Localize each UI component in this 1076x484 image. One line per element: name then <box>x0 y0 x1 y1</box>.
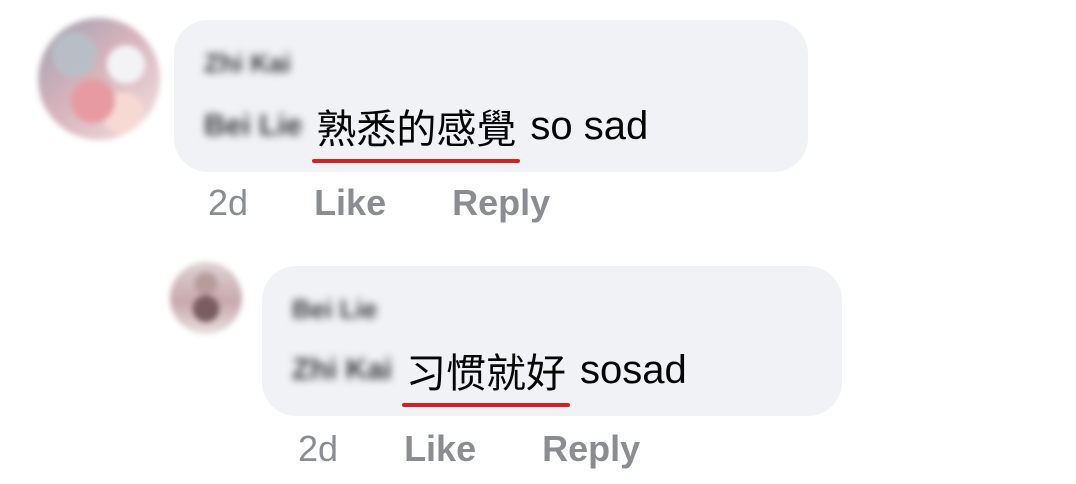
reply-text: sosad <box>580 347 687 392</box>
reply-bubble: Bei Lie Zhi Kai 习惯就好 sosad <box>262 266 842 416</box>
mentioned-user[interactable]: Bei Lie <box>204 109 302 143</box>
avatar[interactable] <box>170 262 242 334</box>
comment-bubble: Zhi Kai Bei Lie 熟悉的感覺 so sad <box>174 20 808 172</box>
comment-author-name[interactable]: Zhi Kai <box>204 48 291 79</box>
comment-text-row: Bei Lie 熟悉的感覺 so sad <box>204 97 649 163</box>
underlined-chinese-text: 熟悉的感覺 <box>312 97 521 163</box>
reply-actions: 2d Like Reply <box>298 428 696 470</box>
comment-actions: 2d Like Reply <box>208 182 606 224</box>
underlined-chinese-text: 习惯就好 <box>402 341 571 407</box>
reply-button[interactable]: Reply <box>542 428 640 469</box>
comment-text: so sad <box>530 103 649 148</box>
like-button[interactable]: Like <box>404 428 476 469</box>
reply-author-name[interactable]: Bei Lie <box>292 294 377 325</box>
reply-button[interactable]: Reply <box>452 182 550 223</box>
like-button[interactable]: Like <box>314 182 386 223</box>
avatar[interactable] <box>38 18 160 140</box>
mentioned-user[interactable]: Zhi Kai <box>292 353 392 387</box>
comment-time: 2d <box>208 182 249 223</box>
reply-time: 2d <box>298 428 339 469</box>
reply-text-row: Zhi Kai 习惯就好 sosad <box>292 341 687 407</box>
